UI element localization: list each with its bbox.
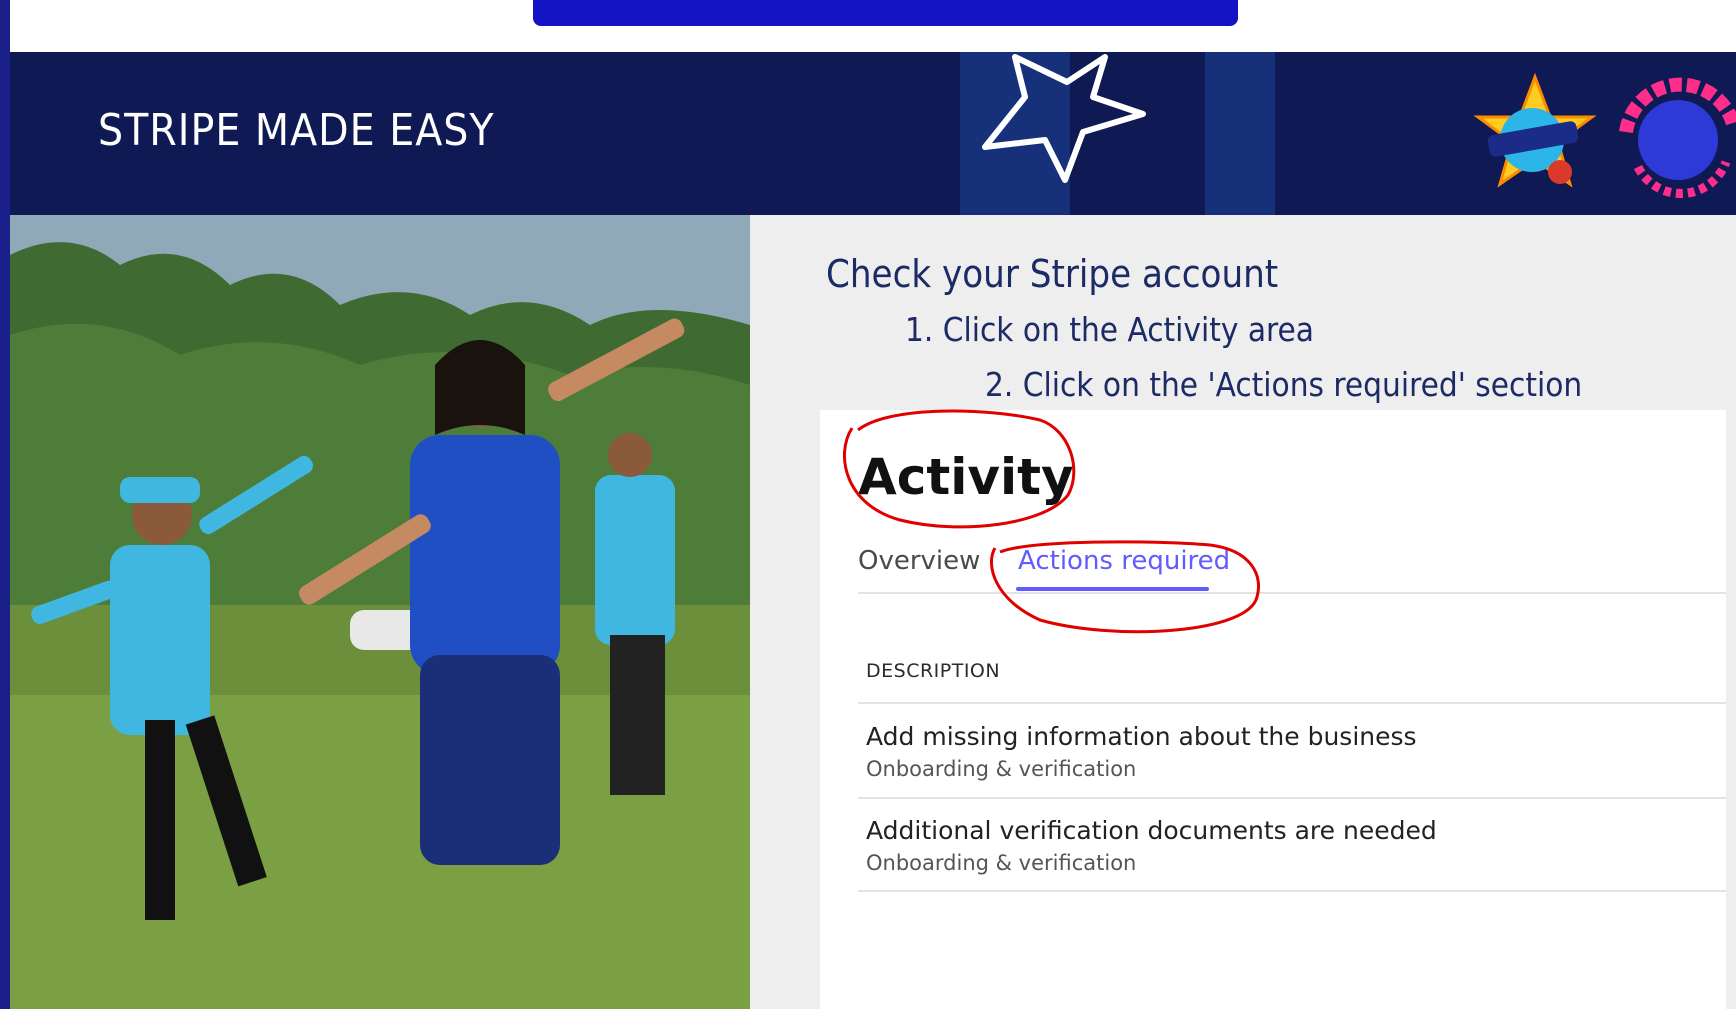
active-tab-indicator	[1016, 587, 1209, 591]
tab-actions-required[interactable]: Actions required	[1018, 546, 1230, 576]
header-banner: STRIPE MADE EASY	[10, 52, 1736, 215]
header-divider	[858, 702, 1726, 704]
instruction-title: Check your Stripe account	[826, 252, 1279, 296]
banner-title: STRIPE MADE EASY	[98, 105, 495, 156]
tabs-divider	[858, 592, 1726, 594]
instruction-step-1: 1. Click on the Activity area	[905, 310, 1314, 349]
banner-stripe	[1205, 52, 1275, 215]
left-border	[0, 0, 10, 1009]
action-row-title[interactable]: Additional verification documents are ne…	[866, 816, 1437, 845]
tab-overview[interactable]: Overview	[858, 546, 980, 576]
row-divider	[858, 797, 1726, 799]
dynamos-cricket-logo	[1619, 77, 1736, 198]
action-row-title[interactable]: Add missing information about the busine…	[866, 722, 1417, 751]
row-divider	[858, 890, 1726, 892]
cricket-coaching-photo	[10, 215, 750, 1009]
action-row-subtitle: Onboarding & verification	[866, 757, 1137, 781]
action-row-subtitle: Onboarding & verification	[866, 851, 1137, 875]
activity-title[interactable]: Activity	[858, 448, 1074, 506]
all-stars-cricket-logo	[1473, 72, 1597, 188]
star-icon	[982, 54, 1146, 183]
description-column-header: DESCRIPTION	[866, 660, 1001, 682]
instruction-step-2: 2. Click on the 'Actions required' secti…	[985, 365, 1583, 404]
top-bar	[533, 0, 1238, 26]
